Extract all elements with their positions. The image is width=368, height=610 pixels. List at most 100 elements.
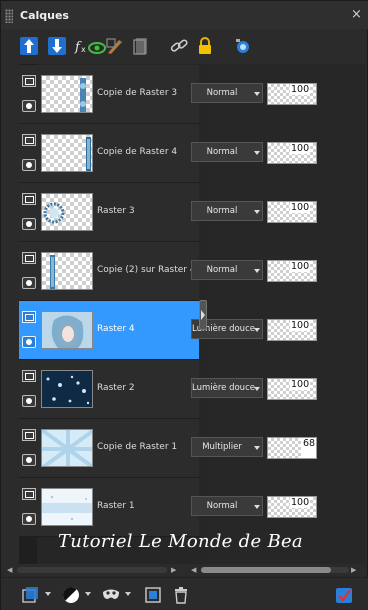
layer-thumbnail[interactable]	[41, 75, 93, 113]
layer-name-cell[interactable]: Copie (2) sur Raster 4	[19, 242, 199, 301]
visibility-eye-icon[interactable]	[22, 277, 36, 289]
opacity-slider[interactable]: 100	[267, 378, 317, 400]
scroll-right-arrow-icon[interactable]: ▶	[351, 566, 356, 574]
panel-title: Calques	[20, 9, 69, 22]
chevron-down-icon	[254, 92, 260, 96]
new-group-icon[interactable]	[143, 585, 163, 605]
layer-name: Copie de Raster 1	[97, 442, 178, 452]
edit-selection-icon[interactable]	[334, 585, 354, 605]
layer-row[interactable]: Raster 3 Normal 100	[19, 183, 365, 242]
layer-thumbnail[interactable]	[41, 252, 93, 290]
layer-row[interactable]: Raster 4 Lumière douce 100	[19, 301, 365, 360]
link-icon[interactable]	[169, 36, 189, 56]
pane-splitter-handle[interactable]	[199, 300, 207, 330]
layer-row[interactable]: Copie de Raster 3 Normal 100	[19, 65, 365, 124]
scroll-right-arrow-icon[interactable]: ▶	[171, 566, 176, 574]
layer-type-icon	[22, 193, 36, 205]
scroll-left-arrow-icon[interactable]: ◀	[7, 566, 12, 574]
visibility-eye-icon[interactable]	[22, 218, 36, 230]
new-layer-icon[interactable]	[21, 585, 41, 605]
blend-mode-value: Normal	[206, 206, 238, 216]
new-adjustment-layer-icon[interactable]	[61, 585, 81, 605]
layer-row[interactable]: Copie (2) sur Raster 4 Normal 100	[19, 242, 365, 301]
blend-mode-dropdown[interactable]: Normal	[191, 260, 263, 280]
move-layer-down-icon[interactable]	[47, 36, 67, 56]
panel-titlebar[interactable]: Calques ×	[1, 1, 368, 29]
layer-row[interactable]: Raster 2 Lumière douce 100	[19, 360, 365, 419]
opacity-slider[interactable]: 100	[267, 319, 317, 341]
visibility-eye-icon[interactable]	[22, 159, 36, 171]
layer-thumbnail[interactable]	[41, 311, 93, 349]
lock-icon[interactable]	[195, 36, 215, 56]
chevron-down-icon[interactable]	[125, 592, 131, 596]
right-horizontal-scrollbar[interactable]: ◀ ▶	[191, 566, 359, 574]
opacity-slider[interactable]: 100	[267, 83, 317, 105]
blend-mode-dropdown[interactable]: Normal	[191, 83, 263, 103]
blend-mode-value: Normal	[206, 88, 238, 98]
layer-name-cell[interactable]: Raster 2	[19, 360, 199, 419]
opacity-value: 100	[290, 497, 311, 508]
chevron-down-icon	[254, 505, 260, 509]
move-layer-up-icon[interactable]	[19, 36, 39, 56]
layer-name: Raster 1	[97, 501, 135, 511]
chevron-down-icon[interactable]	[45, 592, 51, 596]
blend-mode-dropdown[interactable]: Normal	[191, 201, 263, 221]
chevron-down-icon	[254, 269, 260, 273]
opacity-slider[interactable]: 68	[267, 437, 317, 459]
layer-thumbnail[interactable]	[41, 488, 93, 526]
layer-row[interactable]: Raster 1 Normal 100	[19, 478, 365, 537]
visibility-eye-icon[interactable]	[22, 336, 36, 348]
layer-type-icon	[22, 311, 36, 323]
opacity-slider[interactable]: 100	[267, 142, 317, 164]
layer-thumbnail[interactable]	[41, 429, 93, 467]
visibility-eye-icon[interactable]	[22, 513, 36, 525]
visibility-eye-icon[interactable]	[22, 100, 36, 112]
layer-type-icon	[22, 252, 36, 264]
layer-name: Raster 3	[97, 206, 135, 216]
layers-bottom-toolbar	[1, 577, 368, 610]
visibility-eye-icon[interactable]	[22, 395, 36, 407]
layer-name-cell[interactable]: Copie de Raster 3	[19, 65, 199, 124]
blend-mode-dropdown[interactable]: Normal	[191, 142, 263, 162]
drag-grip-icon[interactable]	[5, 9, 13, 23]
layer-name: Copie de Raster 3	[97, 88, 178, 98]
blend-mode-value: Lumière douce	[192, 383, 255, 393]
blend-mode-dropdown[interactable]: Normal	[191, 496, 263, 516]
layer-name-cell[interactable]: Copie de Raster 4	[19, 124, 199, 183]
visibility-eye-icon[interactable]	[22, 454, 36, 466]
layer-name-cell[interactable]: Raster 1	[19, 478, 199, 537]
scroll-track[interactable]	[201, 567, 349, 573]
layer-name: Copie de Raster 4	[97, 147, 178, 157]
layer-row[interactable]: Copie de Raster 1 Multiplier 68	[19, 419, 365, 478]
blend-mode-dropdown[interactable]: Multiplier	[191, 437, 263, 457]
blend-mode-dropdown[interactable]: Lumière douce	[191, 378, 263, 398]
camera-icon[interactable]	[233, 36, 253, 56]
opacity-slider[interactable]: 100	[267, 496, 317, 518]
mask-icon[interactable]	[131, 36, 151, 56]
layer-name-cell[interactable]: Raster 3	[19, 183, 199, 242]
scroll-thumb[interactable]	[201, 567, 331, 573]
scroll-track[interactable]	[17, 567, 167, 573]
delete-layer-icon[interactable]	[171, 585, 191, 605]
layer-name: Copie (2) sur Raster 4	[97, 265, 196, 275]
layer-thumbnail[interactable]	[41, 370, 93, 408]
scroll-left-arrow-icon[interactable]: ◀	[191, 566, 196, 574]
left-horizontal-scrollbar[interactable]: ◀ ▶	[7, 566, 179, 574]
layers-toolbar: f x	[1, 31, 368, 61]
chevron-down-icon[interactable]	[85, 592, 91, 596]
close-button[interactable]: ×	[351, 8, 362, 22]
opacity-slider[interactable]: 100	[267, 201, 317, 223]
opacity-slider[interactable]: 100	[267, 260, 317, 282]
opacity-fill	[268, 438, 301, 458]
layer-name: Raster 2	[97, 383, 135, 393]
opacity-value: 100	[290, 84, 311, 95]
layer-row[interactable]: Copie de Raster 4 Normal 100	[19, 124, 365, 183]
brush-edit-icon[interactable]	[105, 36, 125, 56]
layer-type-icon	[22, 370, 36, 382]
layer-name-cell[interactable]: Copie de Raster 1	[19, 419, 199, 478]
layer-thumbnail[interactable]	[41, 193, 93, 231]
layer-name-cell[interactable]: Raster 4	[19, 301, 199, 360]
new-mask-icon[interactable]	[101, 585, 121, 605]
layer-thumbnail[interactable]	[41, 134, 93, 172]
eye-toggle-icon[interactable]	[87, 36, 107, 56]
